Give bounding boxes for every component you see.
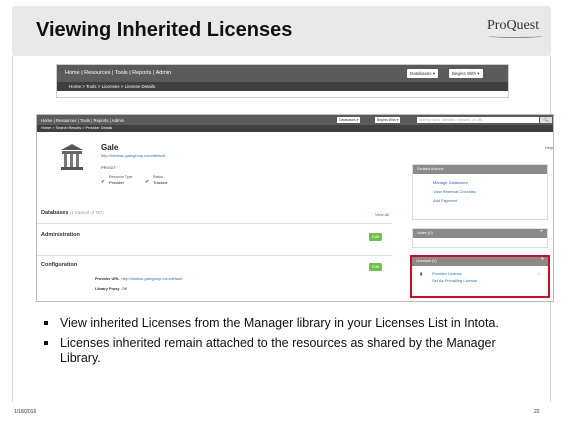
administration-section <box>37 223 392 255</box>
provider-url-label: Provider URL <box>95 277 120 281</box>
library-proxy-row: Library Proxy Off <box>95 287 127 291</box>
view-all-link[interactable]: View All <box>375 212 389 217</box>
notes-header[interactable]: Notes (0) + <box>413 229 547 238</box>
check-icon: ✔ <box>101 179 106 185</box>
back-databases-select[interactable]: Databases ▾ <box>407 69 439 78</box>
bullet-item: Licenses inherited remain attached to th… <box>42 336 522 366</box>
slide: Viewing Inherited Licenses ProQuest Home… <box>0 0 563 424</box>
provider-url-row: Provider URL http://infotrac.galegroup.c… <box>95 277 182 281</box>
provider-code: PRVGIT <box>101 165 116 170</box>
footer-date: 1/18/2016 <box>14 409 37 415</box>
manage-databases-link[interactable]: Manage Databases <box>433 180 547 185</box>
databases-tracked-note: (1 tracked of 787) <box>70 210 104 215</box>
resource-type-value: Provider <box>109 180 124 185</box>
bullet-list: View inherited Licenses from the Manager… <box>42 316 522 371</box>
bullet-item: View inherited Licenses from the Manager… <box>42 316 522 331</box>
building-icon <box>61 144 83 170</box>
resource-type-label: Resource Type <box>109 175 133 179</box>
add-payment-link[interactable]: Add Payment <box>433 198 547 203</box>
back-begins-with-select[interactable]: Begins With ▾ <box>449 69 483 78</box>
library-proxy-value: Off <box>121 287 127 291</box>
resource-type: Resource Type Provider <box>109 175 132 185</box>
add-note-icon[interactable]: + <box>539 229 543 235</box>
front-begins-with-select[interactable]: Begins With ▾ <box>375 117 401 123</box>
status-label: Status <box>153 175 163 179</box>
bullet-text: Licenses inherited remain attached to th… <box>60 336 496 365</box>
front-screenshot: Home | Resources | Tools | Reports | Adm… <box>36 114 554 302</box>
back-breadcrumb-bar: Home > Tools > Licenses > License Detail… <box>57 82 508 91</box>
library-proxy-label: Library Proxy <box>95 287 120 291</box>
administration-label: Administration <box>41 232 80 238</box>
configuration-edit-button[interactable]: Edit <box>369 263 382 271</box>
configuration-section <box>37 255 392 301</box>
related-actions-title: Related Actions <box>417 167 444 171</box>
related-actions-header: Related Actions <box>413 165 547 174</box>
provider-url-link[interactable]: http://infotrac.galegroup.com/default <box>101 153 165 158</box>
front-search-input[interactable]: Specify name, identifier, keyword, or UR… <box>417 117 539 123</box>
notes-panel: Notes (0) + <box>412 228 548 248</box>
front-databases-select[interactable]: Databases ▾ <box>337 117 361 123</box>
front-nav-links[interactable]: Home | Resources | Tools | Reports | Adm… <box>41 118 124 123</box>
back-screenshot: Home | Resources | Tools | Reports | Adm… <box>56 64 509 98</box>
bullet-marker <box>44 321 48 325</box>
notes-title: Notes (0) <box>417 231 433 235</box>
bullet-text: View inherited Licenses from the Manager… <box>60 316 499 330</box>
proquest-logo: ProQuest <box>487 18 540 33</box>
front-breadcrumb[interactable]: Home > Search Results > Provider Details <box>41 126 112 130</box>
slide-title: Viewing Inherited Licenses <box>36 19 293 41</box>
check-icon: ✔ <box>145 179 150 185</box>
related-actions-panel: Related Actions Manage Databases View Re… <box>412 164 548 220</box>
configuration-label: Configuration <box>41 262 78 268</box>
help-link[interactable]: Help <box>545 145 553 150</box>
databases-heading: Databases (1 tracked of 787) <box>41 210 104 216</box>
back-breadcrumb[interactable]: Home > Tools > Licenses > License Detail… <box>69 84 155 89</box>
view-renewal-checklist-link[interactable]: View Renewal Checklist <box>433 189 547 194</box>
front-breadcrumb-bar: Home > Search Results > Provider Details <box>37 125 553 132</box>
licenses-highlight-box <box>410 255 550 298</box>
back-main-nav: Home | Resources | Tools | Reports | Adm… <box>57 65 508 82</box>
bullet-marker <box>44 341 48 345</box>
frame-border-left <box>12 56 13 402</box>
status: Status Tracked <box>153 175 167 185</box>
search-icon[interactable]: 🔍 <box>540 117 552 123</box>
provider-name: Gale <box>101 143 119 152</box>
status-value: Tracked <box>153 180 168 185</box>
page-number: 22 <box>534 409 540 415</box>
back-nav-links[interactable]: Home | Resources | Tools | Reports | Adm… <box>65 70 171 76</box>
databases-label: Databases <box>41 210 69 216</box>
front-main-nav: Home | Resources | Tools | Reports | Adm… <box>37 115 553 125</box>
provider-url-value[interactable]: http://infotrac.galegroup.com/default <box>121 277 182 281</box>
logo-swoosh <box>488 34 543 38</box>
administration-edit-button[interactable]: Edit <box>369 233 382 241</box>
